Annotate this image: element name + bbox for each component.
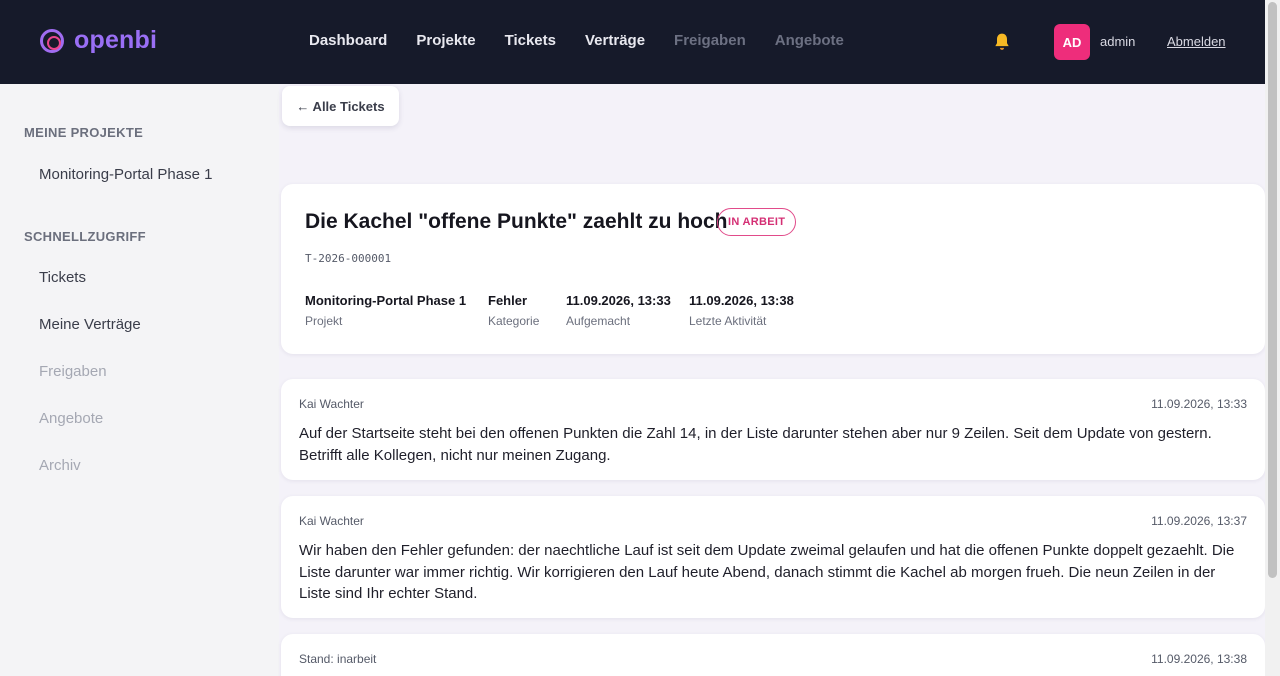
brand-name: openbi: [74, 26, 158, 54]
meta-kategorie: Fehler Kategorie: [488, 293, 539, 328]
ticket-header-card: Die Kachel "offene Punkte" zaehlt zu hoc…: [281, 184, 1265, 354]
logo-icon: [40, 28, 64, 53]
message-card: Kai Wachter 11.09.2026, 13:33 Auf der St…: [281, 379, 1265, 480]
page-scrollbar[interactable]: [1265, 0, 1280, 676]
meta-letzte-aktivitaet: 11.09.2026, 13:38 Letzte Aktivität: [689, 293, 794, 328]
sidebar: MEINE PROJEKTE Monitoring-Portal Phase 1…: [0, 84, 279, 676]
meta-label: Letzte Aktivität: [689, 314, 767, 328]
avatar[interactable]: AD: [1054, 24, 1090, 60]
message-time: 11.09.2026, 13:38: [1151, 652, 1247, 666]
meta-projekt: Monitoring-Portal Phase 1 Projekt: [305, 293, 466, 328]
user-name: admin: [1100, 34, 1136, 49]
nav-freigaben[interactable]: Freigaben: [674, 32, 746, 49]
nav-projekte[interactable]: Projekte: [416, 32, 475, 49]
sidebar-item-tickets[interactable]: Tickets: [39, 269, 86, 286]
nav-vertraege[interactable]: Verträge: [585, 32, 645, 49]
sidebar-item-angebote[interactable]: Angebote: [39, 410, 103, 427]
meta-label: Aufgemacht: [566, 314, 631, 328]
main-nav: Dashboard Projekte Tickets Verträge Frei…: [309, 32, 873, 49]
back-to-tickets-button[interactable]: ← Alle Tickets: [282, 86, 399, 126]
status-change-card: Stand: inarbeit 11.09.2026, 13:38: [281, 634, 1265, 676]
sidebar-heading-projects: MEINE PROJEKTE: [24, 125, 144, 140]
status-badge: IN ARBEIT: [717, 208, 797, 236]
meta-value: Fehler: [488, 293, 528, 308]
brand-logo[interactable]: openbi: [40, 26, 157, 55]
ticket-id: T-2026-000001: [305, 252, 392, 265]
message-text: Auf der Startseite steht bei den offenen…: [299, 425, 1212, 464]
meta-label: Kategorie: [488, 314, 540, 328]
message-time: 11.09.2026, 13:33: [1151, 397, 1247, 411]
status-change-label: Stand: inarbeit: [299, 652, 377, 666]
sidebar-heading-quick: SCHNELLZUGRIFF: [24, 229, 146, 244]
top-navigation-bar: openbi Dashboard Projekte Tickets Verträ…: [0, 0, 1265, 84]
meta-value: 11.09.2026, 13:33: [566, 293, 671, 308]
nav-tickets[interactable]: Tickets: [505, 32, 556, 49]
message-card: Kai Wachter 11.09.2026, 13:37 Wir haben …: [281, 496, 1265, 618]
message-author: Kai Wachter: [299, 514, 364, 528]
sidebar-item-vertraege[interactable]: Meine Verträge: [39, 316, 141, 333]
meta-aufgemacht: 11.09.2026, 13:33 Aufgemacht: [566, 293, 671, 328]
nav-angebote[interactable]: Angebote: [775, 32, 844, 49]
sidebar-item-freigaben[interactable]: Freigaben: [39, 363, 107, 380]
logout-link[interactable]: Abmelden: [1167, 34, 1226, 49]
sidebar-item-archiv[interactable]: Archiv: [39, 457, 81, 474]
sidebar-item-project[interactable]: Monitoring-Portal Phase 1: [39, 166, 212, 183]
ticket-title: Die Kachel "offene Punkte" zaehlt zu hoc…: [305, 210, 728, 233]
scrollbar-thumb[interactable]: [1268, 2, 1277, 578]
meta-value: 11.09.2026, 13:38: [689, 293, 794, 308]
message-text: Wir haben den Fehler gefunden: der naech…: [299, 542, 1235, 602]
meta-label: Projekt: [305, 314, 343, 328]
bell-icon[interactable]: [992, 32, 1012, 52]
message-author: Kai Wachter: [299, 397, 364, 411]
meta-value: Monitoring-Portal Phase 1: [305, 293, 467, 308]
message-time: 11.09.2026, 13:37: [1151, 514, 1247, 528]
nav-dashboard[interactable]: Dashboard: [309, 32, 387, 49]
